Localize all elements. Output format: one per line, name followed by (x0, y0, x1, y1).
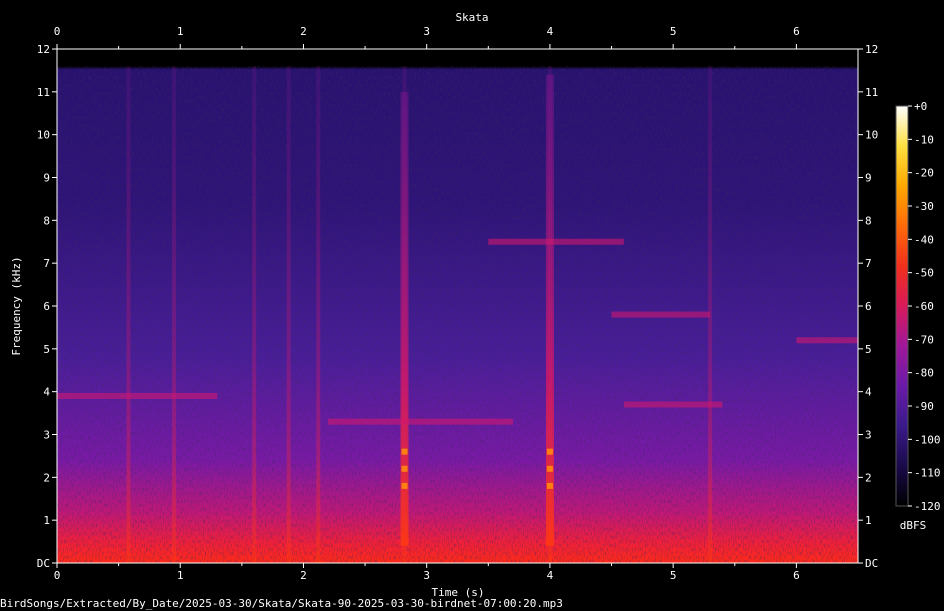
y-axis-label: Frequency (kHz) (10, 256, 23, 355)
y-tick-label-right: 2 (865, 471, 872, 484)
y-tick-label: 8 (43, 214, 50, 227)
file-path-caption: BirdSongs/Extracted/By_Date/2025-03-30/S… (0, 597, 563, 610)
y-tick-label-right: 12 (865, 43, 878, 56)
y-tick-label-right: 4 (865, 386, 872, 399)
call-hotspot (546, 482, 553, 489)
colorbar-tick-label: -10 (914, 133, 934, 146)
call-hotspot (401, 448, 408, 455)
x-tick-label-top: 0 (54, 25, 61, 38)
x-tick-label-top: 3 (423, 25, 430, 38)
x-tick-label: 5 (670, 569, 677, 582)
y-tick-label: 5 (43, 343, 50, 356)
y-tick-label: 1 (43, 514, 50, 527)
spectrogram-noise-texture (57, 66, 858, 563)
y-tick-label: 4 (43, 386, 50, 399)
y-tick-label: 6 (43, 300, 50, 313)
y-tick-label-right: 6 (865, 300, 872, 313)
vertical-burst (126, 66, 131, 563)
colorbar-tick-label: -50 (914, 267, 934, 280)
call-hotspot (546, 448, 553, 455)
colorbar-label: dBFS (900, 519, 927, 532)
colorbar-tick-label: +0 (914, 100, 927, 113)
spectrogram-chart: Skata 00112233445566DC DC1 12 23 34 45 56 67 78 8… (0, 11, 941, 610)
colorbar-ticks: +0 -10 -20 -30 -40 -50 -60 -70 -80 -90 -100 -110 -12… (908, 100, 941, 513)
x-tick-label-top: 1 (177, 25, 184, 38)
call-hotspot (546, 465, 553, 472)
vertical-burst (172, 66, 177, 563)
y-tick-label-right: 7 (865, 257, 872, 270)
x-tick-label: 3 (423, 569, 430, 582)
call-hotspot (401, 482, 408, 489)
colorbar-tick-label: -120 (914, 500, 941, 513)
colorbar-tick-label: -80 (914, 367, 934, 380)
vertical-burst (286, 66, 291, 563)
harmonic-band (623, 401, 723, 408)
x-tick-label: 6 (793, 569, 800, 582)
colorbar: +0 -10 -20 -30 -40 -50 -60 -70 -80 -90 -100 -110 -12… (895, 100, 941, 532)
y-tick-label: 2 (43, 471, 50, 484)
harmonic-band (488, 238, 624, 245)
call-hotspot (401, 465, 408, 472)
chart-title: Skata (455, 11, 488, 24)
spectrogram-plot-area (56, 48, 859, 564)
x-tick-label-top: 2 (300, 25, 307, 38)
strong-call (545, 74, 554, 546)
colorbar-tick-label: -110 (914, 467, 941, 480)
y-tick-label: 12 (37, 43, 50, 56)
colorbar-tick-label: -90 (914, 400, 934, 413)
x-tick-label-top: 6 (793, 25, 800, 38)
vertical-burst (252, 66, 257, 563)
colorbar-tick-label: -30 (914, 200, 934, 213)
colorbar-tick-label: -70 (914, 333, 934, 346)
y-tick-label: 11 (37, 86, 50, 99)
y-tick-label: 10 (37, 129, 50, 142)
y-tick-label-right: 1 (865, 514, 872, 527)
y-tick-label-right: 9 (865, 172, 872, 185)
x-tick-label: 4 (547, 569, 554, 582)
y-tick-label: 7 (43, 257, 50, 270)
y-tick-label-right: 10 (865, 129, 878, 142)
colorbar-gradient (895, 105, 909, 507)
colorbar-tick-label: -100 (914, 433, 941, 446)
x-tick-label: 1 (177, 569, 184, 582)
y-tick-label-right: 3 (865, 429, 872, 442)
strong-call (400, 91, 409, 546)
harmonic-band (328, 418, 513, 425)
y-tick-label: 3 (43, 429, 50, 442)
y-tick-label-right: 8 (865, 214, 872, 227)
y-tick-label-right: 11 (865, 86, 878, 99)
colorbar-tick-label: -40 (914, 233, 934, 246)
x-tick-label-top: 4 (547, 25, 554, 38)
x-tick-label: 2 (300, 569, 307, 582)
colorbar-tick-label: -60 (914, 300, 934, 313)
y-tick-label-right: 5 (865, 343, 872, 356)
harmonic-band (57, 392, 218, 399)
vertical-burst (316, 66, 321, 563)
x-tick-label: 0 (54, 569, 61, 582)
y-tick-label: DC (37, 557, 50, 570)
y-tick-label-right: DC (865, 557, 878, 570)
colorbar-tick-label: -20 (914, 167, 934, 180)
x-tick-label-top: 5 (670, 25, 677, 38)
harmonic-band (796, 337, 858, 344)
harmonic-band (611, 311, 711, 318)
y-tick-label: 9 (43, 172, 50, 185)
